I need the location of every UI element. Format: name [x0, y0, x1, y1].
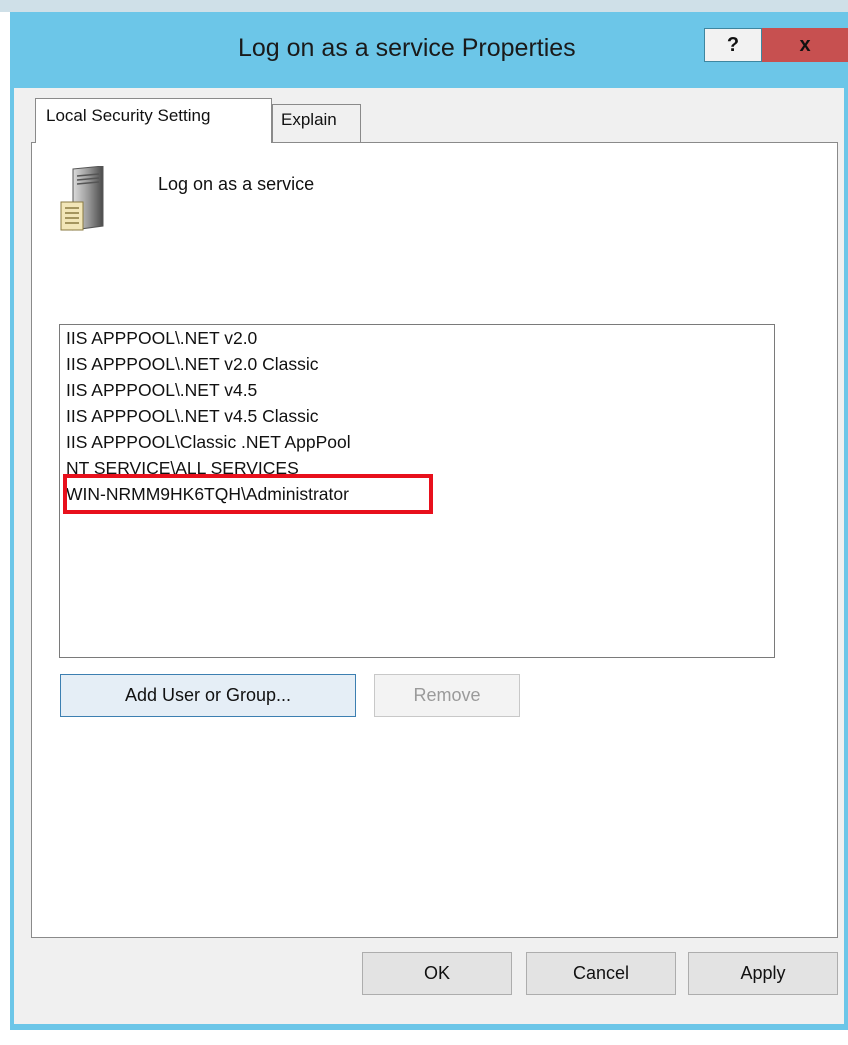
properties-dialog: Log on as a service Properties ? x Local…: [10, 12, 848, 1030]
close-icon: x: [799, 33, 811, 56]
tab-local-security-setting[interactable]: Local Security Setting: [35, 98, 272, 143]
background-strip: [0, 0, 848, 12]
title-bar[interactable]: Log on as a service Properties ? x: [10, 12, 848, 88]
accounts-listbox[interactable]: IIS APPPOOL\.NET v2.0 IIS APPPOOL\.NET v…: [59, 324, 775, 658]
tab-panel: Log on as a service IIS APPPOOL\.NET v2.…: [31, 142, 838, 938]
tab-label: Explain: [281, 110, 337, 129]
list-item[interactable]: IIS APPPOOL\.NET v4.5 Classic: [60, 403, 774, 429]
policy-name: Log on as a service: [158, 174, 315, 194]
dialog-client-area: Local Security Setting Explain Log on as…: [14, 88, 844, 1024]
close-button[interactable]: x: [762, 28, 848, 62]
list-item[interactable]: IIS APPPOOL\.NET v4.5: [60, 377, 774, 403]
add-user-or-group-button[interactable]: Add User or Group...: [60, 674, 356, 717]
list-item[interactable]: IIS APPPOOL\Classic .NET AppPool: [60, 429, 774, 455]
cancel-button[interactable]: Cancel: [526, 952, 676, 995]
tab-explain[interactable]: Explain: [272, 104, 361, 142]
help-icon: ?: [726, 33, 740, 56]
list-item[interactable]: IIS APPPOOL\.NET v2.0: [60, 325, 774, 351]
tab-label: Local Security Setting: [46, 106, 211, 125]
ok-button[interactable]: OK: [362, 952, 512, 995]
list-item-administrator[interactable]: WIN-NRMM9HK6TQH\Administrator: [60, 481, 774, 507]
remove-button[interactable]: Remove: [374, 674, 520, 717]
list-item[interactable]: NT SERVICE\ALL SERVICES: [60, 455, 774, 481]
help-button[interactable]: ?: [704, 28, 762, 62]
server-icon: [60, 166, 104, 231]
list-item[interactable]: IIS APPPOOL\.NET v2.0 Classic: [60, 351, 774, 377]
window-title: Log on as a service Properties: [238, 34, 576, 62]
apply-button[interactable]: Apply: [688, 952, 838, 995]
